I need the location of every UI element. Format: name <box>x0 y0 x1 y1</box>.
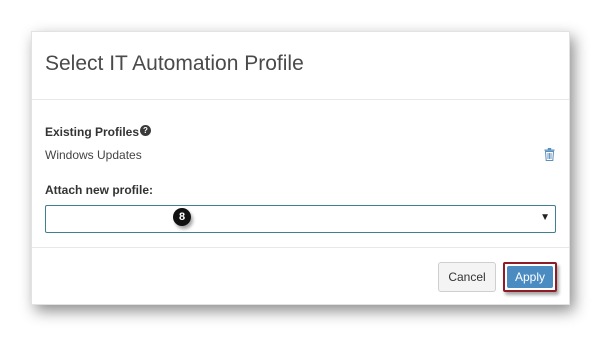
existing-profiles-label: Existing Profiles <box>45 125 140 139</box>
question-circle-icon[interactable]: ? <box>140 125 151 136</box>
dialog-title: Select IT Automation Profile <box>45 52 304 75</box>
step-number-badge: 8 <box>173 208 191 226</box>
apply-button[interactable]: Apply <box>507 266 553 288</box>
caret-down-icon: ▼ <box>540 212 550 223</box>
attach-profile-label: Attach new profile: <box>45 183 154 197</box>
apply-button-highlight: Apply <box>503 262 557 292</box>
select-profile-dialog: Select IT Automation Profile Existing Pr… <box>31 31 570 305</box>
dialog-header: Select IT Automation Profile <box>32 32 569 100</box>
existing-profile-name: Windows Updates <box>45 148 142 162</box>
attach-profile-select[interactable]: ▼ <box>45 205 556 233</box>
footer-divider <box>32 247 569 248</box>
trash-icon[interactable] <box>544 148 555 161</box>
cancel-button[interactable]: Cancel <box>438 262 496 292</box>
